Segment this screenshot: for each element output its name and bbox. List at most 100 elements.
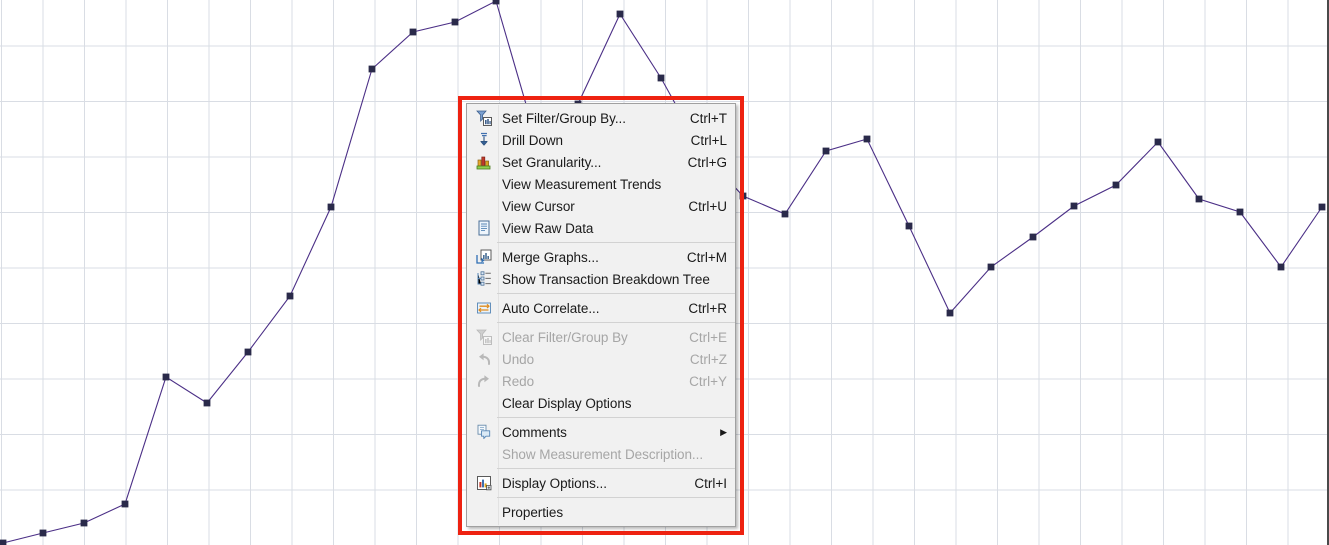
menu-item-view-raw-data[interactable]: View Raw Data [467, 217, 735, 239]
chart-data-point[interactable] [822, 147, 830, 155]
chart-data-point[interactable] [492, 0, 500, 5]
menu-item-clear-display-options[interactable]: Clear Display Options [467, 392, 735, 414]
menu-item-list: Set Filter/Group By... Ctrl+T Drill Down Ct… [467, 107, 735, 523]
menu-separator [497, 322, 735, 323]
menu-item-shortcut: Ctrl+M [686, 249, 727, 265]
menu-item-label: Auto Correlate... [502, 300, 600, 316]
menu-item-label: Show Measurement Description... [502, 446, 704, 462]
menu-item-label: Drill Down [502, 132, 564, 148]
chart-data-point[interactable] [657, 74, 665, 82]
granularity-icon [471, 153, 497, 171]
menu-separator [497, 242, 735, 243]
chart-data-point[interactable] [987, 263, 995, 271]
menu-item-merge-graphs[interactable]: Merge Graphs... Ctrl+M [467, 246, 735, 268]
no-icon [471, 175, 497, 193]
display-options-icon [471, 474, 497, 492]
menu-item-label: Redo [502, 373, 535, 389]
chart-data-point[interactable] [1154, 138, 1162, 146]
no-icon [471, 197, 497, 215]
menu-item-shortcut: Ctrl+I [694, 475, 727, 491]
menu-item-shortcut: Ctrl+R [688, 300, 727, 316]
chart-data-point[interactable] [162, 373, 170, 381]
chart-data-point[interactable] [1195, 195, 1203, 203]
menu-separator [497, 293, 735, 294]
chart-data-point[interactable] [1070, 202, 1078, 210]
menu-item-show-measurement-description: Show Measurement Description... [467, 443, 735, 465]
menu-item-show-transaction-breakdown-tree[interactable]: Show Transaction Breakdown Tree [467, 268, 735, 290]
auto-correlate-icon [471, 299, 497, 317]
chart-data-point[interactable] [616, 10, 624, 18]
menu-item-label: Comments [502, 424, 567, 440]
merge-graphs-icon [471, 248, 497, 266]
chart-data-point[interactable] [1236, 208, 1244, 216]
menu-item-comments[interactable]: Comments ▶ [467, 421, 735, 443]
menu-item-set-granularity[interactable]: Set Granularity... Ctrl+G [467, 151, 735, 173]
chart-data-point[interactable] [1277, 263, 1285, 271]
chart-data-point[interactable] [0, 539, 7, 545]
chart-data-point[interactable] [1318, 203, 1326, 211]
chart-data-point[interactable] [1029, 233, 1037, 241]
menu-item-set-filter-group-by[interactable]: Set Filter/Group By... Ctrl+T [467, 107, 735, 129]
menu-item-label: Display Options... [502, 475, 607, 491]
chart-data-point[interactable] [946, 309, 954, 317]
menu-item-label: Undo [502, 351, 535, 367]
menu-item-clear-filter-group-by: Clear Filter/Group By Ctrl+E [467, 326, 735, 348]
chart-data-point[interactable] [409, 28, 417, 36]
menu-item-undo: Undo Ctrl+Z [467, 348, 735, 370]
chart-data-point[interactable] [863, 135, 871, 143]
undo-icon [471, 350, 497, 368]
menu-item-display-options[interactable]: Display Options... Ctrl+I [467, 472, 735, 494]
menu-item-label: Set Granularity... [502, 154, 602, 170]
clear-filter-icon [471, 328, 497, 346]
no-icon [471, 503, 497, 521]
menu-separator [497, 417, 735, 418]
filter-group-icon [471, 109, 497, 127]
menu-item-shortcut: Ctrl+T [689, 110, 727, 126]
chart-data-point[interactable] [286, 292, 294, 300]
chart-data-point[interactable] [39, 529, 47, 537]
menu-item-shortcut: Ctrl+L [690, 132, 727, 148]
chart-data-point[interactable] [781, 210, 789, 218]
chart-data-point[interactable] [1112, 181, 1120, 189]
chart-data-point[interactable] [244, 348, 252, 356]
chart-data-point[interactable] [905, 222, 913, 230]
chart-data-point[interactable] [451, 18, 459, 26]
menu-item-drill-down[interactable]: Drill Down Ctrl+L [467, 129, 735, 151]
comments-icon [471, 423, 497, 441]
menu-item-label: View Raw Data [502, 220, 594, 236]
menu-item-view-cursor[interactable]: View Cursor Ctrl+U [467, 195, 735, 217]
submenu-arrow-icon: ▶ [720, 426, 727, 437]
menu-item-shortcut: Ctrl+E [689, 329, 727, 345]
menu-item-properties[interactable]: Properties [467, 501, 735, 523]
menu-item-view-measurement-trends[interactable]: View Measurement Trends [467, 173, 735, 195]
menu-item-label: Properties [502, 504, 564, 520]
menu-separator [497, 468, 735, 469]
menu-item-label: Merge Graphs... [502, 249, 599, 265]
breakdown-tree-icon [471, 270, 497, 288]
drill-down-icon [471, 131, 497, 149]
menu-item-shortcut: Ctrl+Y [689, 373, 727, 389]
menu-item-label: Clear Filter/Group By [502, 329, 628, 345]
menu-item-shortcut: Ctrl+G [687, 154, 727, 170]
chart-data-point[interactable] [203, 399, 211, 407]
menu-item-label: Set Filter/Group By... [502, 110, 626, 126]
menu-separator [497, 497, 735, 498]
graph-context-menu[interactable]: Set Filter/Group By... Ctrl+T Drill Down Ct… [466, 103, 736, 527]
menu-item-auto-correlate[interactable]: Auto Correlate... Ctrl+R [467, 297, 735, 319]
menu-item-shortcut: Ctrl+U [688, 198, 727, 214]
menu-item-label: View Cursor [502, 198, 575, 214]
chart-data-point[interactable] [368, 65, 376, 73]
menu-item-redo: Redo Ctrl+Y [467, 370, 735, 392]
menu-item-label: Show Transaction Breakdown Tree [502, 271, 710, 287]
chart-data-point[interactable] [327, 203, 335, 211]
redo-icon [471, 372, 497, 390]
raw-data-icon [471, 219, 497, 237]
menu-item-label: View Measurement Trends [502, 176, 662, 192]
menu-item-shortcut: Ctrl+Z [689, 351, 727, 367]
chart-data-point[interactable] [121, 500, 129, 508]
no-icon [471, 394, 497, 412]
chart-data-point[interactable] [80, 519, 88, 527]
menu-item-label: Clear Display Options [502, 395, 632, 411]
no-icon [471, 445, 497, 463]
screen-root: Set Filter/Group By... Ctrl+T Drill Down Ct… [0, 0, 1329, 545]
